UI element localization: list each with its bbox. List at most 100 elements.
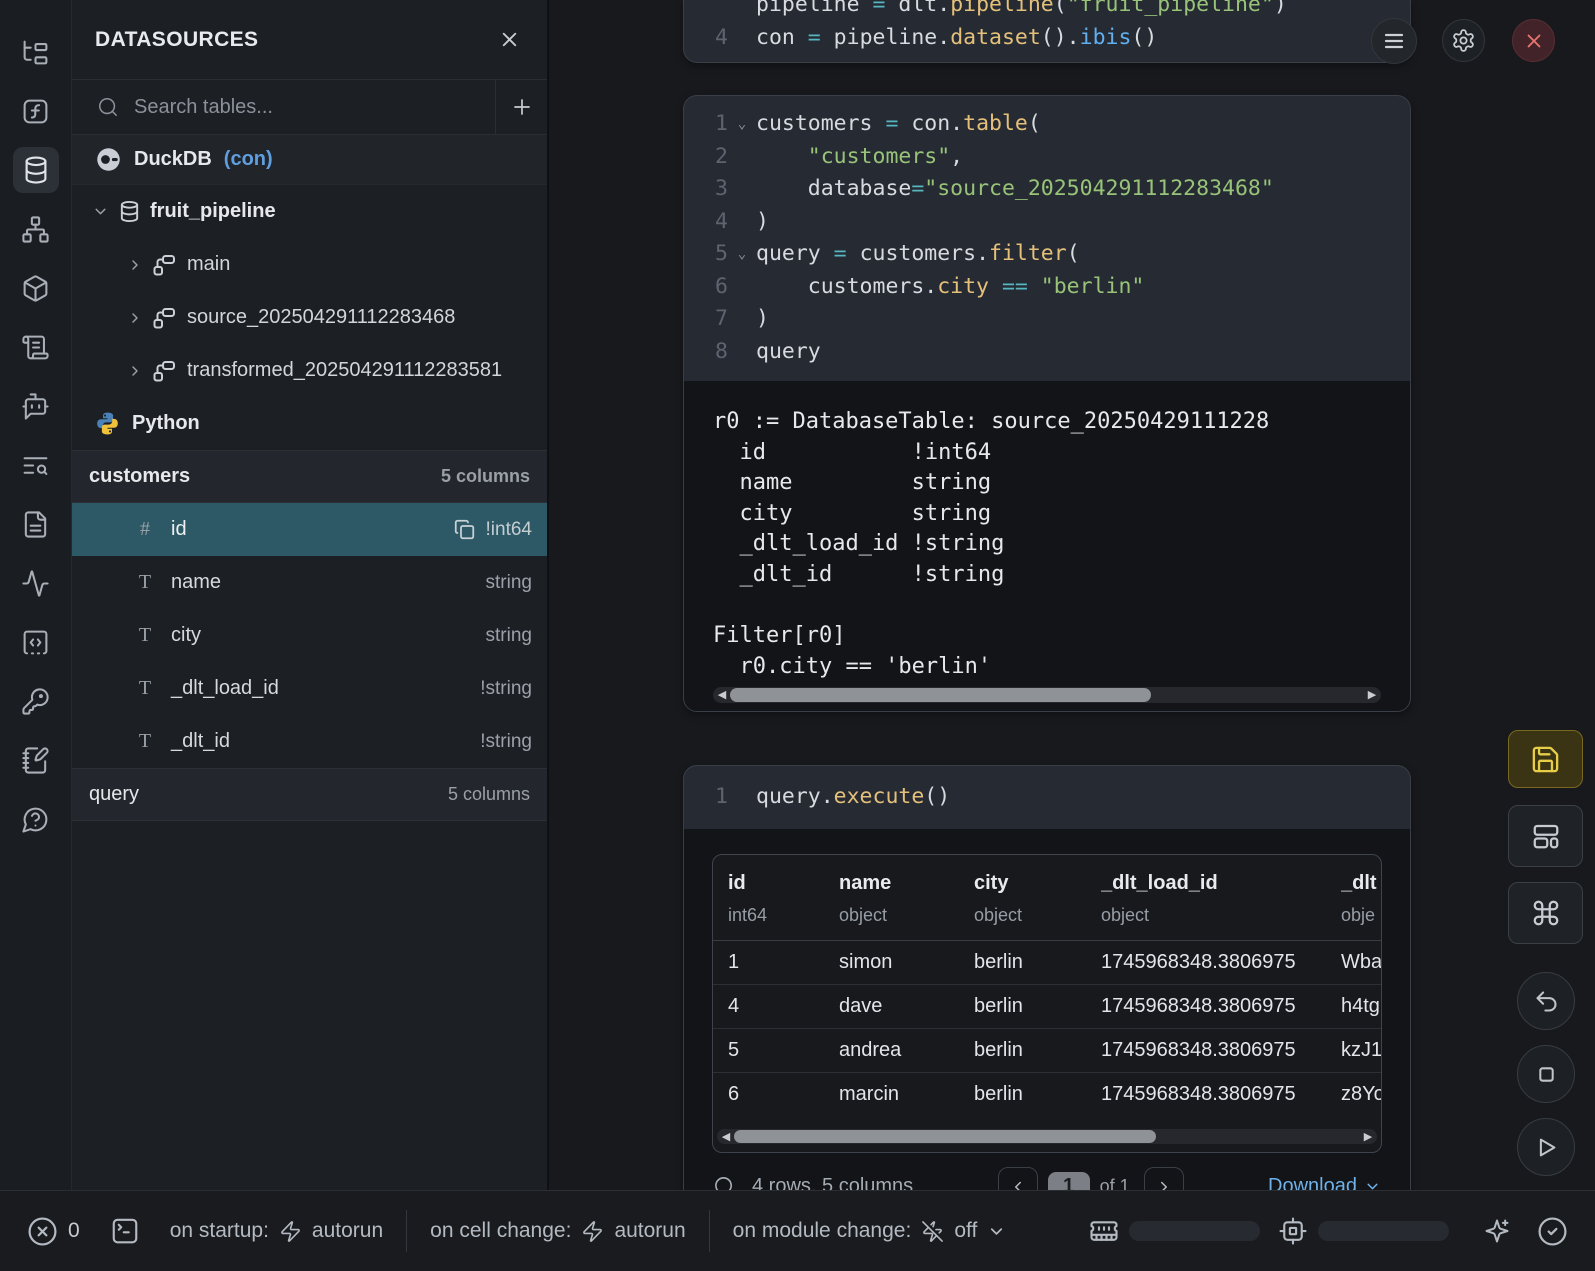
database-row[interactable]: fruit_pipeline: [72, 185, 547, 238]
horizontal-scrollbar[interactable]: ◀ ▶: [713, 687, 1381, 703]
table-row[interactable]: 5 andrea berlin 1745968348.3806975 kzJ1: [713, 1029, 1381, 1073]
fold-chevron-icon[interactable]: ⌄: [728, 108, 756, 141]
help-icon[interactable]: [13, 796, 59, 842]
schema-row[interactable]: transformed_202504291112283581: [72, 344, 547, 397]
notebook-pen-icon[interactable]: [13, 737, 59, 783]
dependency-graph-icon[interactable]: [13, 206, 59, 252]
on-cell-change-setting[interactable]: on cell change: autorun: [430, 1219, 686, 1243]
search-input[interactable]: [134, 96, 434, 119]
table-row[interactable]: 4 dave berlin 1745968348.3806975 h4tg: [713, 985, 1381, 1029]
column-type-icon: T: [135, 624, 155, 647]
fold-chevron-icon[interactable]: ⌄: [728, 238, 756, 271]
snippets-icon[interactable]: [13, 619, 59, 665]
add-datasource-button[interactable]: [495, 80, 547, 134]
query-table-row[interactable]: query 5 columns: [72, 768, 547, 821]
on-module-change-value: off: [954, 1219, 977, 1243]
datasources-icon[interactable]: [13, 147, 59, 193]
shutdown-button[interactable]: [1512, 19, 1555, 62]
next-page-button[interactable]: [1144, 1167, 1184, 1191]
packages-icon[interactable]: [13, 265, 59, 311]
on-startup-setting[interactable]: on startup: autorun: [170, 1219, 383, 1243]
on-module-change-setting[interactable]: on module change: off: [733, 1219, 1007, 1243]
scroll-right-arrow[interactable]: ▶: [1364, 687, 1380, 703]
undo-button[interactable]: [1517, 972, 1575, 1030]
layout-button[interactable]: [1508, 805, 1583, 867]
scrollbar-thumb[interactable]: [734, 1130, 1156, 1143]
zap-icon: [279, 1220, 302, 1243]
tracing-icon[interactable]: [13, 560, 59, 606]
table-header-cell[interactable]: _dlt obje: [1341, 872, 1381, 940]
scroll-left-arrow[interactable]: ◀: [718, 1129, 734, 1145]
table-name: customers: [89, 465, 190, 488]
code-line: 8query: [684, 336, 1410, 369]
cpu-meter: [1278, 1216, 1449, 1246]
datasources-panel: DATASOURCES DuckDB (con) fruit_pipeline: [72, 0, 549, 1190]
terminal-icon: [110, 1216, 140, 1246]
customers-table-row[interactable]: customers 5 columns: [72, 450, 547, 503]
table-header-cell[interactable]: id int64: [728, 872, 839, 940]
secrets-key-icon[interactable]: [13, 678, 59, 724]
search-row: [72, 80, 547, 135]
connection-row[interactable]: DuckDB (con): [72, 135, 547, 185]
horizontal-scrollbar[interactable]: ◀ ▶: [717, 1129, 1377, 1144]
scroll-right-arrow[interactable]: ▶: [1360, 1129, 1376, 1145]
terminal-button[interactable]: [110, 1216, 140, 1246]
connection-alias: (con): [224, 148, 273, 171]
table-header-cell[interactable]: name object: [839, 872, 974, 940]
code-editor[interactable]: 1⌄customers = con.table(2 "customers",3 …: [684, 96, 1410, 381]
column-dtype: string: [486, 572, 532, 594]
command-palette-button[interactable]: [1508, 882, 1583, 944]
table-row[interactable]: 1 simon berlin 1745968348.3806975 Wba: [713, 941, 1381, 985]
on-startup-value: autorun: [312, 1219, 383, 1243]
column-row[interactable]: T _dlt_id !string: [72, 715, 547, 768]
python-section-row[interactable]: Python: [72, 397, 547, 450]
cpu-usage-bar: [1318, 1221, 1449, 1241]
code-line: 1query.execute(): [684, 781, 1410, 814]
run-button[interactable]: [1517, 1118, 1575, 1176]
file-tree-icon[interactable]: [13, 29, 59, 75]
column-row[interactable]: # id !int64: [72, 503, 547, 556]
schema-row[interactable]: source_202504291112283468: [72, 291, 547, 344]
connection-status[interactable]: [1537, 1216, 1568, 1247]
column-name: _dlt_load_id: [171, 677, 279, 700]
table-row[interactable]: 6 marcin berlin 1745968348.3806975 z8Yo: [713, 1073, 1381, 1117]
page-number[interactable]: 1: [1048, 1172, 1090, 1191]
schema-row[interactable]: main: [72, 238, 547, 291]
column-row[interactable]: T name string: [72, 556, 547, 609]
table-name: query: [89, 783, 139, 806]
table-header-cell[interactable]: city object: [974, 872, 1101, 940]
column-row[interactable]: T _dlt_load_id !string: [72, 662, 547, 715]
error-indicator[interactable]: 0: [27, 1216, 80, 1247]
python-logo-icon: [95, 411, 120, 436]
download-link[interactable]: Download: [1268, 1175, 1381, 1190]
code-editor[interactable]: pipeline = dlt.pipeline("fruit_pipeline"…: [684, 0, 1410, 63]
code-cell-connection[interactable]: pipeline = dlt.pipeline("fruit_pipeline"…: [683, 0, 1411, 63]
copy-icon[interactable]: [454, 519, 475, 540]
code-cell-execute[interactable]: 1query.execute() id int64 name object: [683, 765, 1411, 1190]
table-search-icon[interactable]: [713, 1175, 736, 1190]
settings-button[interactable]: [1442, 19, 1485, 62]
on-startup-label: on startup:: [170, 1219, 269, 1243]
documentation-icon[interactable]: [13, 501, 59, 547]
code-line: 2 "customers",: [684, 141, 1410, 174]
logs-search-icon[interactable]: [13, 442, 59, 488]
scrollbar-thumb[interactable]: [730, 688, 1151, 702]
column-dtype: !int64: [486, 519, 532, 541]
scroll-left-arrow[interactable]: ◀: [714, 687, 730, 703]
function-square-icon[interactable]: [13, 88, 59, 134]
code-editor[interactable]: 1query.execute(): [684, 766, 1410, 829]
table-header-cell[interactable]: _dlt_load_id object: [1101, 872, 1341, 940]
code-cell-query[interactable]: 1⌄customers = con.table(2 "customers",3 …: [683, 95, 1411, 712]
column-row[interactable]: T city string: [72, 609, 547, 662]
close-panel-icon[interactable]: [498, 28, 521, 51]
prev-page-button[interactable]: [998, 1167, 1038, 1191]
column-type-icon: #: [135, 518, 155, 541]
cell-menu-button[interactable]: [1371, 18, 1417, 64]
save-button[interactable]: [1508, 730, 1583, 788]
ai-chat-icon[interactable]: [13, 383, 59, 429]
play-icon: [1533, 1134, 1560, 1161]
ai-assist-button[interactable]: [1483, 1217, 1511, 1245]
panel-header: DATASOURCES: [72, 0, 547, 80]
scratchpad-icon[interactable]: [13, 324, 59, 370]
stop-button[interactable]: [1517, 1045, 1575, 1103]
